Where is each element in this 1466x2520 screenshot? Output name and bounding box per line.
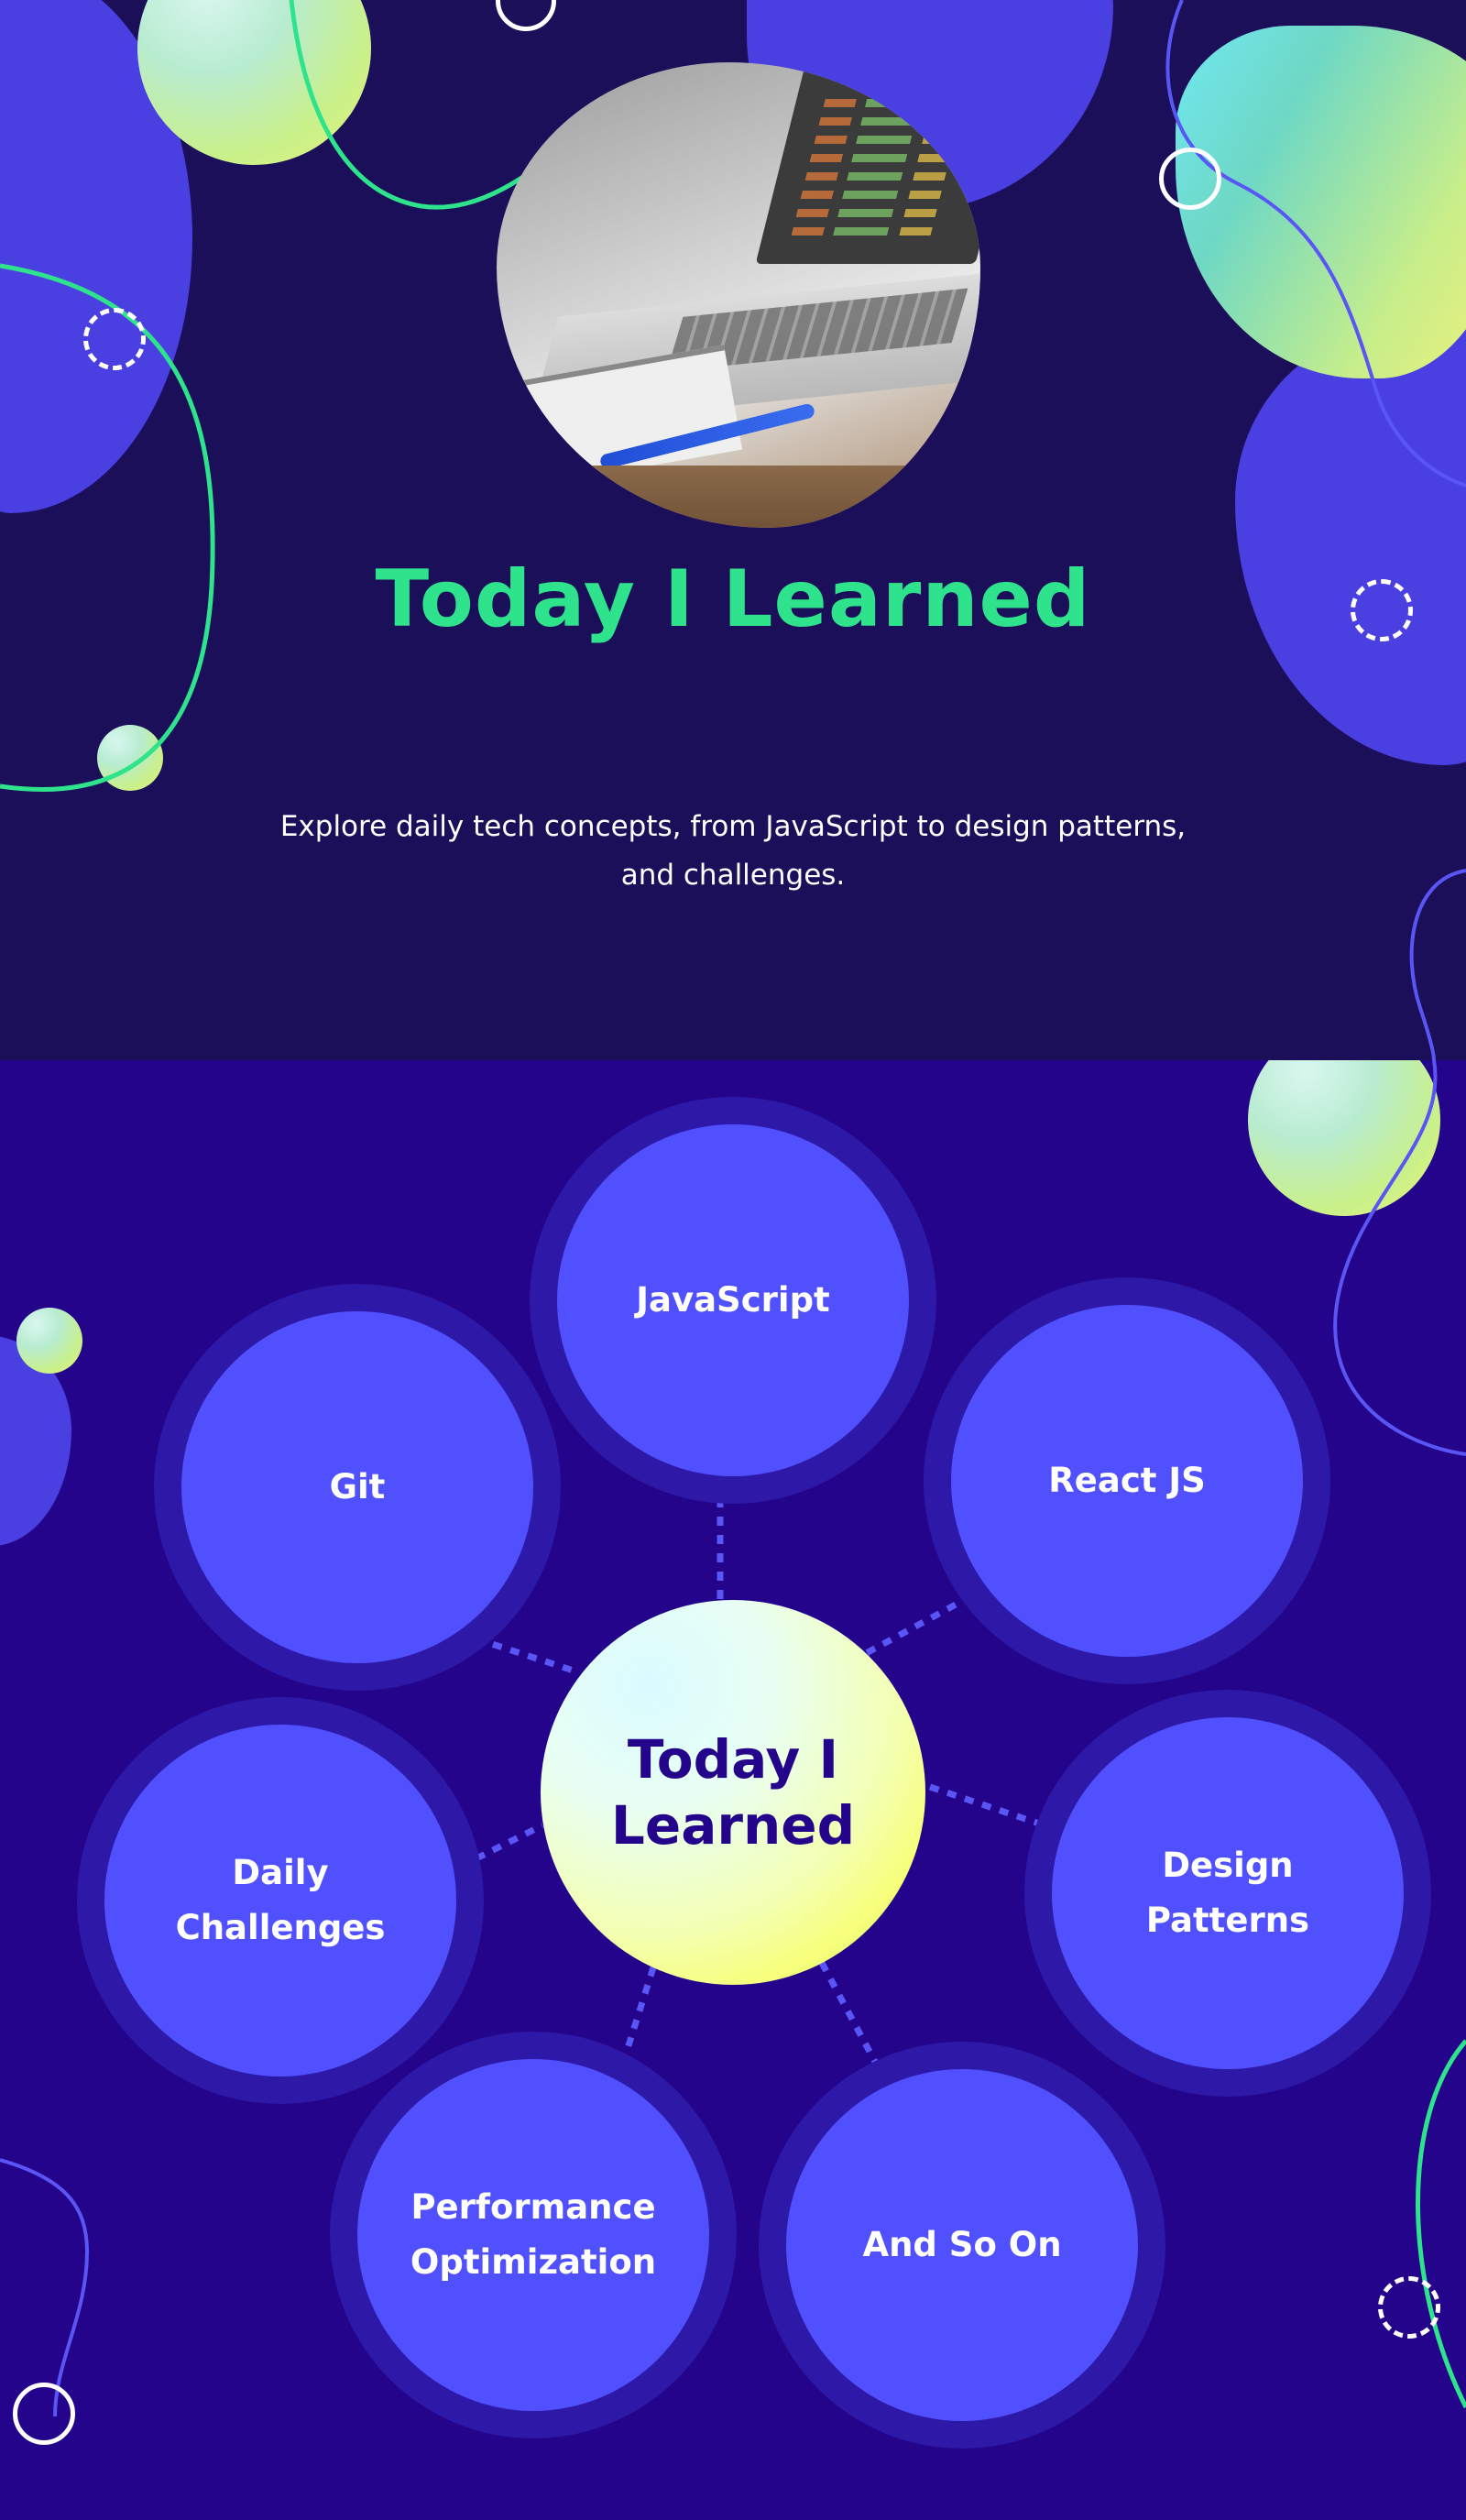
topic-daily-challenges-ring: Daily Challenges	[77, 1697, 484, 2104]
hero-subtitle: Explore daily tech concepts, from JavaSc…	[279, 810, 1187, 892]
left-dashed-ring	[83, 308, 146, 370]
topic-performance-ring: Performance Optimization	[330, 2032, 737, 2438]
hero-title: Today I Learned	[375, 553, 1091, 645]
laptop-photo	[497, 62, 980, 528]
topic-design-patterns[interactable]: Design Patterns	[1052, 1717, 1404, 2069]
bottom-left-ring	[13, 2383, 75, 2445]
hub-title: Today I Learned	[610, 1728, 856, 1857]
right-ring-outline	[1159, 148, 1221, 210]
topic-daily-challenges[interactable]: Daily Challenges	[104, 1725, 456, 2076]
topic-performance-optimization[interactable]: Performance Optimization	[357, 2059, 709, 2411]
topic-git-ring: Git	[154, 1284, 561, 1691]
topic-git[interactable]: Git	[181, 1311, 533, 1663]
desk-surface	[497, 466, 980, 528]
topic-and-so-on-ring: And So On	[759, 2042, 1165, 2449]
topic-javascript[interactable]: JavaScript	[557, 1124, 909, 1476]
topic-javascript-ring: JavaScript	[530, 1097, 936, 1504]
topic-react-js[interactable]: React JS	[951, 1305, 1303, 1657]
topic-react-ring: React JS	[924, 1277, 1330, 1684]
hero-section: Today I Learned Explore daily tech conce…	[0, 0, 1466, 1060]
topic-and-so-on[interactable]: And So On	[786, 2069, 1138, 2421]
hub-circle: Today I Learned	[541, 1600, 925, 1985]
code-lines	[791, 99, 980, 236]
topic-design-patterns-ring: Design Patterns	[1024, 1690, 1431, 2097]
bottom-right-dashed-ring	[1378, 2276, 1440, 2339]
